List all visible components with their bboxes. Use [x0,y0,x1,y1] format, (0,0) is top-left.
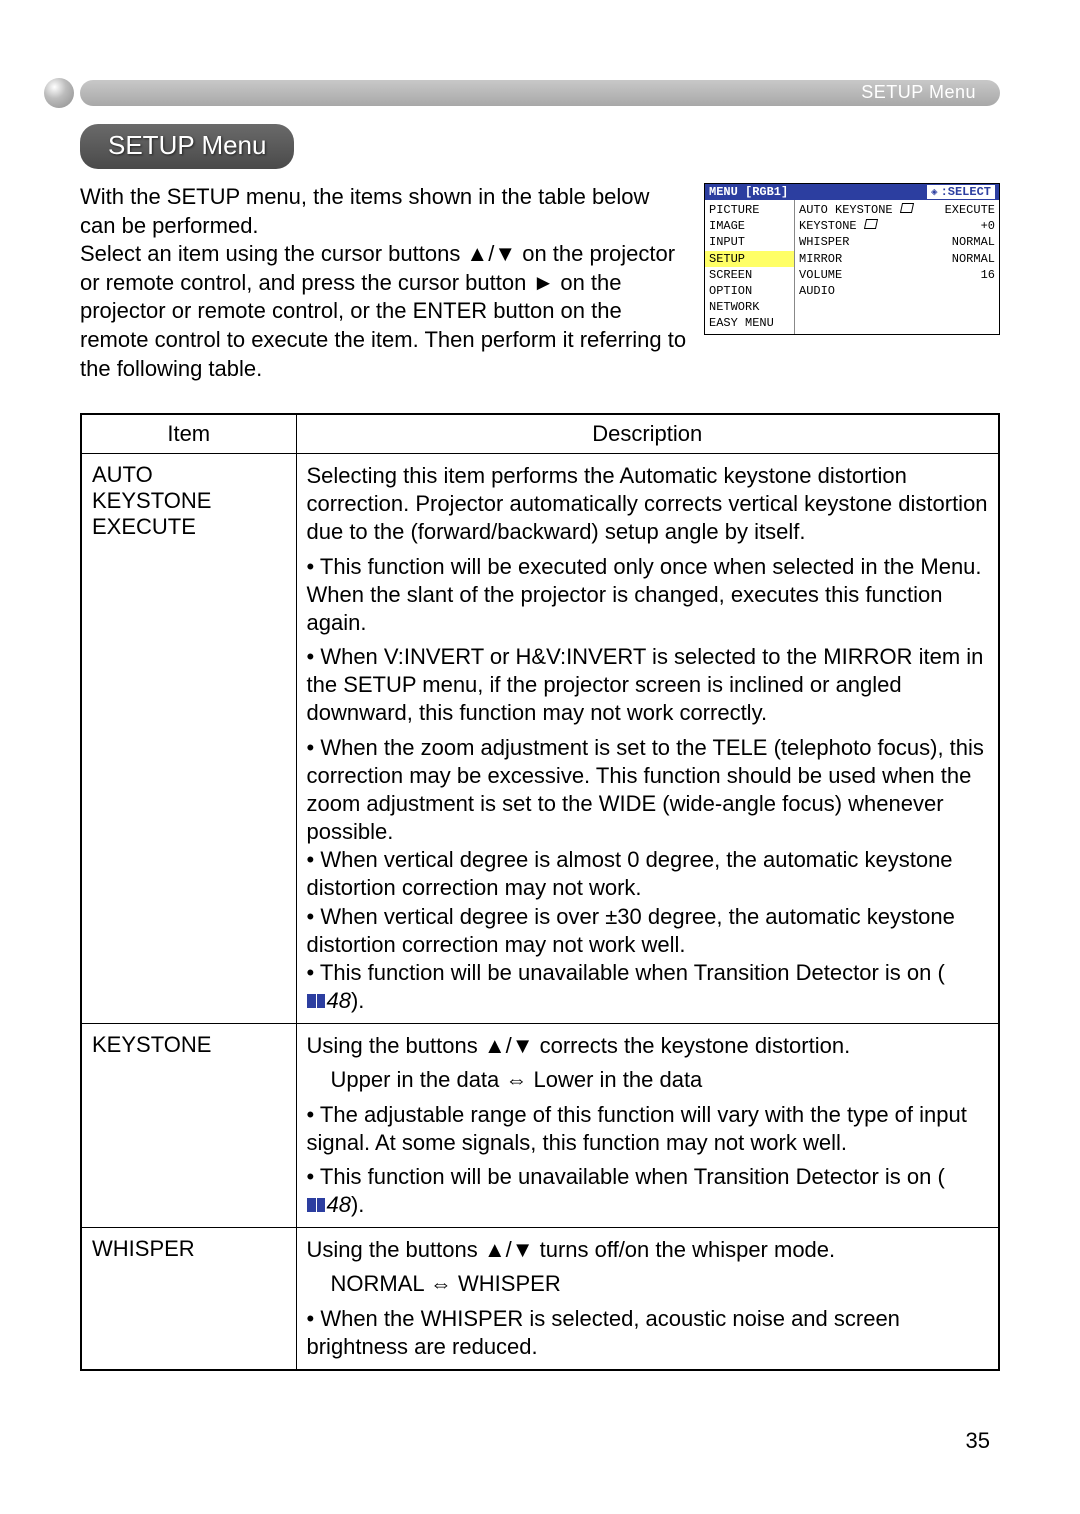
osd-row-label: MIRROR [799,251,842,267]
osd-menu: MENU [RGB1] ◈ :SELECT PICTURE IMAGE INPU… [704,183,1000,335]
col-item: Item [81,414,296,454]
intro-p1b: Select an item using the cursor buttons … [80,241,686,380]
osd-row: KEYSTONE +0 [799,218,995,234]
osd-left-column: PICTURE IMAGE INPUT SETUP SCREEN OPTION … [705,200,795,334]
osd-left-item-selected: SETUP [705,251,794,267]
item-line: KEYSTONE [92,488,211,513]
col-desc: Description [296,414,999,454]
osd-header: MENU [RGB1] ◈ :SELECT [705,184,999,200]
desc-span: • This function will be unavailable when… [307,1164,945,1189]
osd-row: WHISPER NORMAL [799,234,995,250]
osd-row: VOLUME 16 [799,267,995,283]
osd-row: AUTO KEYSTONE EXECUTE [799,202,995,218]
desc-span: • When the zoom adjustment is set to the… [307,735,984,844]
osd-row-label: AUDIO [799,283,835,299]
section-title: SETUP Menu [80,124,294,169]
item-cell: WHISPER [81,1228,296,1370]
header-bar: SETUP Menu [80,70,1000,110]
desc-span: • When vertical degree is almost 0 degre… [307,847,953,900]
osd-row-label: AUTO KEYSTONE [799,203,893,217]
item-cell: KEYSTONE [81,1024,296,1228]
keystone-icon [900,203,914,213]
intro-text: With the SETUP menu, the items shown in … [80,183,688,383]
osd-title-left: MENU [RGB1] [709,185,788,199]
desc-span: • This function will be unavailable when… [307,960,945,985]
osd-row-label: WHISPER [799,234,849,250]
osd-select-label: :SELECT [941,185,991,199]
desc-p: • When the zoom adjustment is set to the… [307,734,989,1016]
osd-title-right: ◈ :SELECT [927,185,995,199]
keystone-icon [864,219,878,229]
osd-right-column: AUTO KEYSTONE EXECUTE KEYSTONE +0 WHISPE… [795,200,999,334]
desc-p: Selecting this item performs the Automat… [307,462,989,546]
setup-table: Item Description AUTO KEYSTONE EXECUTE S… [80,413,1000,1371]
book-ref: 48 [307,1191,351,1219]
osd-row-value: +0 [981,218,995,234]
desc-span: ). [351,1192,364,1217]
item-line: AUTO [92,462,153,487]
desc-p: • When the WHISPER is selected, acoustic… [307,1305,989,1361]
intro-p1a: With the SETUP menu, the items shown in … [80,184,649,238]
book-icon [307,994,325,1008]
ref-num: 48 [327,987,351,1015]
desc-p: • The adjustable range of this function … [307,1101,989,1157]
item-line: EXECUTE [92,514,196,539]
desc-p: • When V:INVERT or H&V:INVERT is selecte… [307,643,989,727]
item-line: KEYSTONE [92,1032,211,1057]
header-dot [44,78,74,108]
desc-p: Using the buttons ▲/▼ turns off/on the w… [307,1236,989,1264]
osd-left-item: PICTURE [705,202,794,218]
desc-p: Using the buttons ▲/▼ corrects the keyst… [307,1032,989,1060]
breadcrumb: SETUP Menu [861,82,976,103]
ref-num: 48 [327,1191,351,1219]
osd-row-label: KEYSTONE [799,219,857,233]
desc-p: NORMAL ⇔ WHISPER [307,1270,989,1298]
desc-span: ). [351,988,364,1013]
osd-row-value: NORMAL [952,251,995,267]
osd-row-value: EXECUTE [945,202,995,218]
book-icon [307,1198,325,1212]
table-row: KEYSTONE Using the buttons ▲/▼ corrects … [81,1024,999,1228]
osd-row-value: 16 [981,267,995,283]
osd-left-item: EASY MENU [705,315,794,331]
osd-left-item: NETWORK [705,299,794,315]
table-row: AUTO KEYSTONE EXECUTE Selecting this ite… [81,454,999,1024]
osd-row: MIRROR NORMAL [799,251,995,267]
desc-p: Upper in the data ⇔ Lower in the data [307,1066,989,1094]
desc-cell: Using the buttons ▲/▼ turns off/on the w… [296,1228,999,1370]
select-icon: ◈ [931,185,938,199]
desc-p: • This function will be executed only on… [307,553,989,637]
osd-row-label: VOLUME [799,267,842,283]
item-cell: AUTO KEYSTONE EXECUTE [81,454,296,1024]
item-line: WHISPER [92,1236,195,1261]
osd-row: AUDIO [799,283,995,299]
osd-left-item: INPUT [705,234,794,250]
page-number: 35 [966,1428,990,1454]
osd-left-item: IMAGE [705,218,794,234]
desc-p: • This function will be unavailable when… [307,1163,989,1219]
book-ref: 48 [307,987,351,1015]
osd-row-value: NORMAL [952,234,995,250]
table-row: WHISPER Using the buttons ▲/▼ turns off/… [81,1228,999,1370]
desc-span: • When vertical degree is over ±30 degre… [307,904,955,957]
desc-cell: Selecting this item performs the Automat… [296,454,999,1024]
desc-cell: Using the buttons ▲/▼ corrects the keyst… [296,1024,999,1228]
osd-left-item: OPTION [705,283,794,299]
osd-left-item: SCREEN [705,267,794,283]
